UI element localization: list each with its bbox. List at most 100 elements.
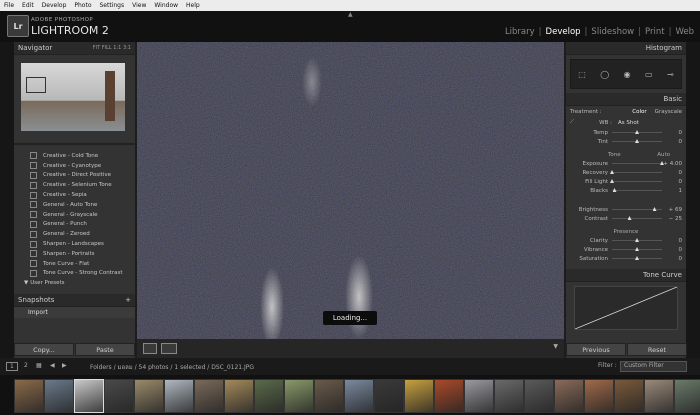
module-develop[interactable]: Develop — [546, 27, 581, 37]
left-panel-edge[interactable] — [0, 42, 14, 358]
module-web[interactable]: Web — [675, 27, 694, 37]
slider-knob[interactable] — [652, 207, 657, 211]
slider-knob[interactable] — [627, 216, 632, 220]
slider-track[interactable] — [612, 207, 662, 211]
photo-canvas[interactable] — [137, 42, 564, 339]
slider-knob[interactable] — [635, 256, 639, 260]
filmstrip-thumbnail[interactable] — [284, 379, 314, 413]
filmstrip-thumbnail[interactable] — [74, 379, 104, 413]
slider-knob[interactable] — [635, 238, 639, 242]
filmstrip-thumbnail[interactable] — [674, 379, 700, 413]
color-option[interactable]: Color — [632, 109, 646, 115]
slider-track[interactable] — [610, 170, 662, 174]
menu-help[interactable]: Help — [182, 2, 204, 9]
preset-item[interactable]: Creative - Cyanotype — [14, 161, 135, 171]
preset-item[interactable]: Creative - Sepia — [14, 190, 135, 200]
navigator-zoom-options[interactable]: FIT FILL 1:1 3:1 — [93, 45, 131, 51]
preset-item[interactable]: General - Grayscale — [14, 210, 135, 220]
slider-value[interactable]: 0 — [662, 238, 683, 244]
menu-edit[interactable]: Edit — [18, 2, 38, 9]
slider-knob[interactable] — [635, 247, 639, 251]
preset-item[interactable]: Sharpen - Landscapes — [14, 239, 135, 249]
module-library[interactable]: Library — [505, 27, 535, 37]
loupe-view-icon[interactable] — [143, 343, 157, 354]
navigator-zoom-box[interactable] — [26, 77, 46, 93]
filmstrip-thumbnail[interactable] — [614, 379, 644, 413]
menu-file[interactable]: File — [0, 2, 18, 9]
top-panel-toggle-icon[interactable]: ▲ — [348, 11, 353, 18]
preset-item[interactable]: Tone Curve - Flat — [14, 259, 135, 269]
preset-item[interactable]: Creative - Cold Tone — [14, 151, 135, 161]
filmstrip-thumbnail[interactable] — [164, 379, 194, 413]
filmstrip-source-path[interactable]: Folders / มอลม / 54 photos / 1 selected … — [90, 362, 254, 372]
eyedropper-icon[interactable]: ⟋ — [570, 119, 584, 126]
navigator-preview[interactable] — [21, 63, 125, 131]
filmstrip-thumbnail[interactable] — [644, 379, 674, 413]
filmstrip-thumbnail[interactable] — [224, 379, 254, 413]
slider-value[interactable]: 0 — [662, 179, 683, 185]
page-1-button[interactable]: 1 — [6, 362, 18, 371]
filmstrip-thumbnail[interactable] — [194, 379, 224, 413]
filmstrip-thumbnail[interactable] — [584, 379, 614, 413]
tone-curve-graph[interactable] — [574, 286, 678, 330]
preset-item[interactable]: Tone Curve - Strong Contrast — [14, 269, 135, 279]
basic-header[interactable]: Basic — [566, 93, 686, 106]
previous-button[interactable]: Previous — [566, 343, 626, 356]
slider-track[interactable] — [612, 139, 662, 143]
preset-item[interactable]: ▼ User Presets — [14, 278, 135, 288]
slider-value[interactable]: 1 — [662, 188, 683, 194]
reset-button[interactable]: Reset — [627, 343, 687, 356]
preset-item[interactable]: General - Auto Tone — [14, 200, 135, 210]
filmstrip-thumbnail[interactable] — [104, 379, 134, 413]
slider-track[interactable] — [612, 216, 662, 220]
filmstrip-thumbnail[interactable] — [434, 379, 464, 413]
paste-button[interactable]: Paste — [75, 343, 135, 356]
filmstrip-thumbnail[interactable] — [344, 379, 374, 413]
auto-tone-button[interactable]: Auto — [657, 152, 670, 158]
filmstrip-thumbnail[interactable] — [314, 379, 344, 413]
filmstrip-thumbnail[interactable] — [44, 379, 74, 413]
page-2-button[interactable]: 2 — [21, 362, 31, 369]
add-snapshot-icon[interactable]: + — [125, 296, 131, 304]
preset-item[interactable]: Creative - Direct Positive — [14, 171, 135, 181]
slider-track[interactable] — [610, 179, 662, 183]
filmstrip-thumbnail[interactable] — [14, 379, 44, 413]
back-arrow-icon[interactable]: ◀ — [50, 362, 55, 369]
slider-knob[interactable] — [635, 139, 639, 143]
snapshot-import[interactable]: Import — [14, 307, 135, 319]
slider-knob[interactable] — [635, 130, 639, 134]
preset-item[interactable]: Creative - Selenium Tone — [14, 180, 135, 190]
histogram-header[interactable]: Histogram — [566, 42, 686, 55]
tone-curve-header[interactable]: Tone Curve — [566, 269, 686, 282]
filmstrip-thumbnail[interactable] — [554, 379, 584, 413]
graduated-filter-icon[interactable]: ▭ — [645, 70, 653, 79]
forward-arrow-icon[interactable]: ▶ — [62, 362, 67, 369]
copy-button[interactable]: Copy... — [14, 343, 74, 356]
slider-value[interactable]: 0 — [662, 139, 683, 145]
filmstrip-thumbnail[interactable] — [494, 379, 524, 413]
filmstrip-thumbnail[interactable] — [374, 379, 404, 413]
toolbar-menu-icon[interactable]: ▼ — [553, 343, 558, 350]
menu-settings[interactable]: Settings — [96, 2, 129, 9]
red-eye-icon[interactable]: ◉ — [624, 70, 631, 79]
adjustment-brush-icon[interactable]: ⊸ — [667, 70, 674, 79]
menu-photo[interactable]: Photo — [70, 2, 95, 9]
slider-value[interactable]: 0 — [662, 170, 683, 176]
before-after-icon[interactable] — [161, 343, 177, 354]
slider-value[interactable]: 0 — [662, 247, 683, 253]
slider-track[interactable] — [612, 188, 662, 192]
slider-track[interactable] — [612, 256, 662, 260]
snapshots-header[interactable]: Snapshots + — [14, 294, 135, 308]
module-slideshow[interactable]: Slideshow — [591, 27, 634, 37]
slider-track[interactable] — [612, 161, 664, 165]
module-print[interactable]: Print — [645, 27, 665, 37]
preset-item[interactable]: General - Punch — [14, 220, 135, 230]
slider-track[interactable] — [612, 238, 662, 242]
slider-value[interactable]: 0 — [662, 256, 683, 262]
slider-track[interactable] — [612, 247, 662, 251]
filmstrip-thumbnail[interactable] — [404, 379, 434, 413]
grid-view-icon[interactable]: ▦ — [36, 362, 42, 369]
filmstrip-thumbnail[interactable] — [524, 379, 554, 413]
slider-knob[interactable] — [612, 188, 617, 192]
navigator-header[interactable]: Navigator FIT FILL 1:1 3:1 — [14, 42, 135, 55]
